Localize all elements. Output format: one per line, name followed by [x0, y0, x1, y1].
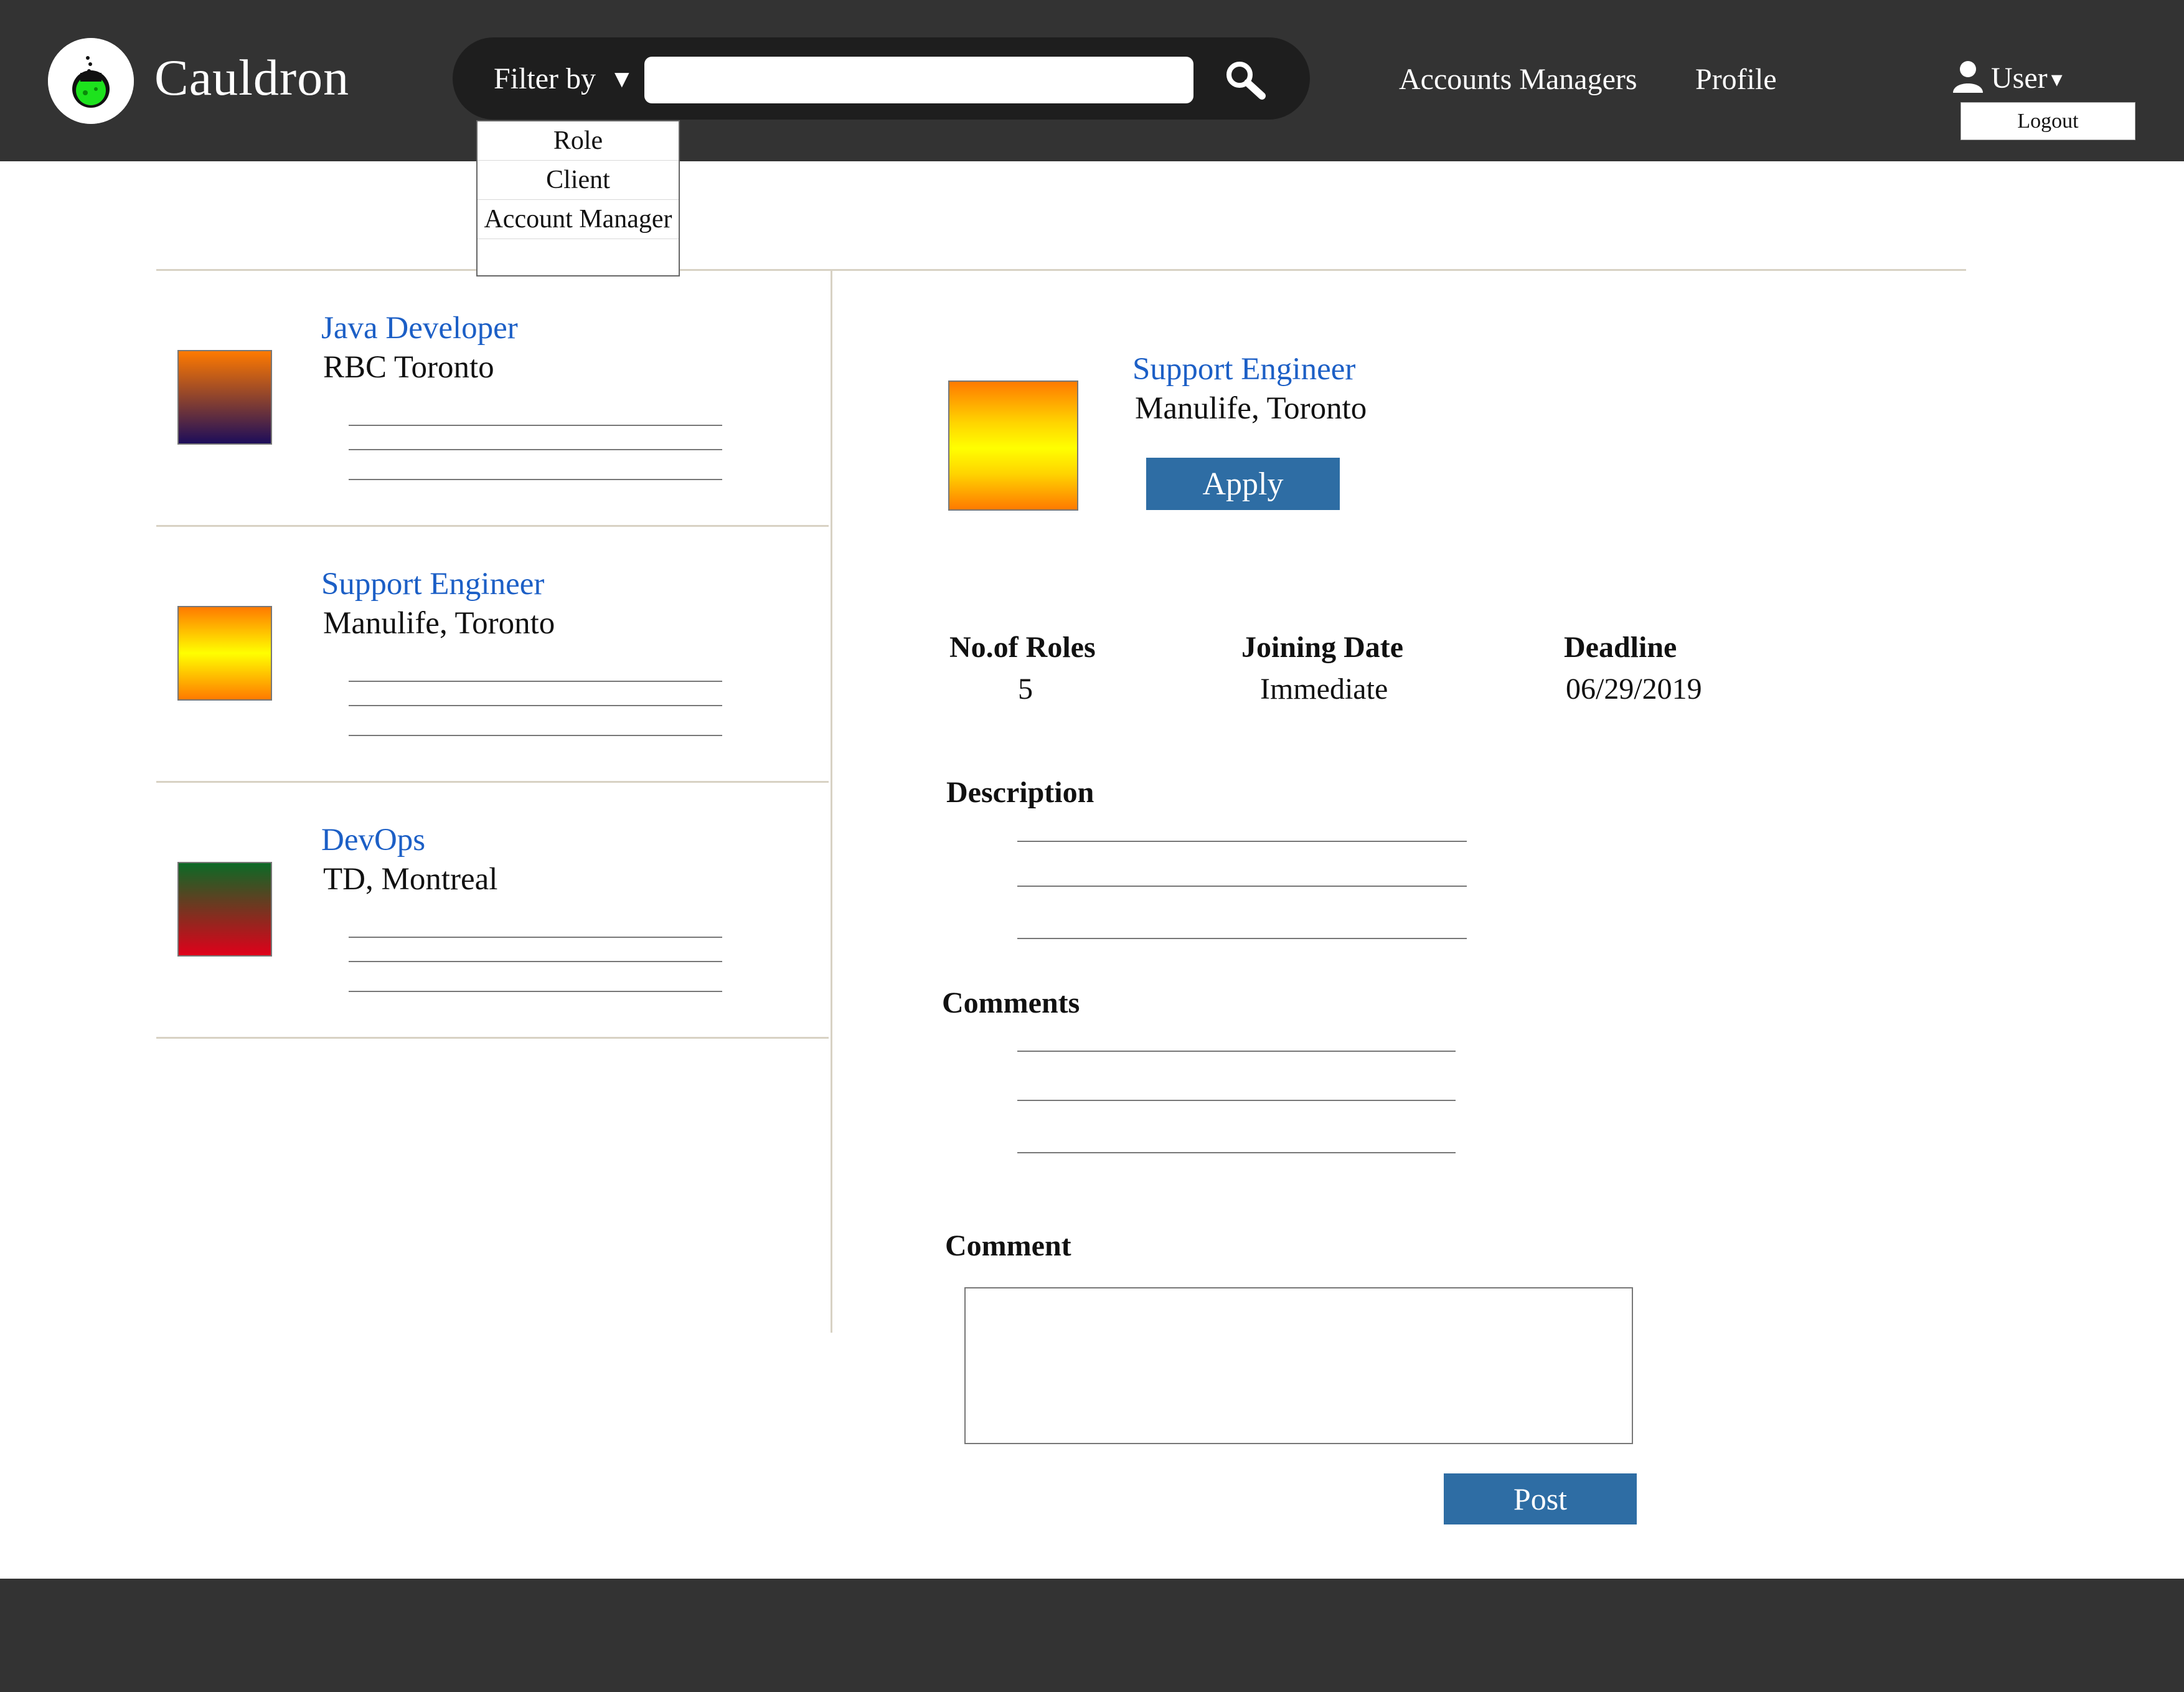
description-line	[1017, 841, 1467, 842]
comment-textarea[interactable]	[964, 1287, 1633, 1444]
job-thumbnail	[177, 350, 272, 445]
job-company: Manulife, Toronto	[323, 606, 555, 641]
comment-heading: Comment	[945, 1229, 1071, 1262]
caret-down-icon: ▾	[2051, 67, 2063, 92]
user-icon	[1951, 59, 1985, 93]
column-divider	[831, 270, 832, 1333]
placeholder-line	[349, 991, 722, 992]
deadline-value: 06/29/2019	[1566, 673, 1702, 706]
placeholder-line	[349, 681, 722, 682]
user-menu[interactable]: User ▾	[1951, 59, 2063, 97]
deadline-label: Deadline	[1564, 631, 1677, 664]
filter-option-client[interactable]: Client	[478, 161, 679, 200]
job-thumbnail	[177, 862, 272, 957]
job-list-item[interactable]: Java Developer RBC Toronto	[156, 270, 829, 524]
detail-thumbnail	[948, 380, 1078, 511]
logout-button[interactable]: Logout	[1960, 102, 2135, 140]
comments-heading: Comments	[942, 986, 1080, 1019]
job-company: RBC Toronto	[323, 350, 494, 385]
placeholder-line	[349, 961, 722, 962]
job-thumbnail	[177, 606, 272, 701]
brand-name[interactable]: Cauldron	[154, 52, 349, 103]
filter-by-label: Filter by	[494, 62, 596, 95]
joining-date-label: Joining Date	[1241, 631, 1404, 664]
filter-dropdown-menu: Role Client Account Manager	[476, 120, 680, 276]
user-label: User	[1991, 62, 2048, 95]
placeholder-line	[349, 705, 722, 706]
roles-label: No.of Roles	[949, 631, 1096, 664]
placeholder-line	[349, 735, 722, 736]
joining-date-value: Immediate	[1260, 673, 1388, 706]
footer	[0, 1579, 2184, 1692]
post-button[interactable]: Post	[1444, 1473, 1637, 1524]
filter-option-empty[interactable]	[478, 239, 679, 278]
comment-line	[1017, 1051, 1456, 1052]
nav-profile[interactable]: Profile	[1695, 62, 1777, 98]
job-title[interactable]: DevOps	[321, 821, 425, 859]
job-list-item[interactable]: Support Engineer Manulife, Toronto	[156, 526, 829, 780]
description-line	[1017, 886, 1467, 887]
job-company: TD, Montreal	[323, 862, 498, 897]
comment-line	[1017, 1100, 1456, 1101]
search-input[interactable]	[644, 57, 1193, 103]
list-row-divider	[156, 1037, 829, 1039]
filter-option-account-manager[interactable]: Account Manager	[478, 200, 679, 239]
caret-down-icon: ▼	[610, 65, 634, 93]
apply-button[interactable]: Apply	[1146, 458, 1340, 510]
job-list-item[interactable]: DevOps TD, Montreal	[156, 782, 829, 1036]
nav-accounts-managers[interactable]: Accounts Managers	[1399, 62, 1637, 98]
detail-company: Manulife, Toronto	[1135, 391, 1367, 426]
description-heading: Description	[946, 776, 1094, 809]
detail-job-title: Support Engineer	[1132, 352, 1356, 387]
cauldron-logo-icon[interactable]	[48, 38, 134, 124]
job-title[interactable]: Support Engineer	[321, 565, 544, 603]
placeholder-line	[349, 425, 722, 426]
filter-by-dropdown[interactable]: Filter by ▼	[494, 61, 634, 97]
placeholder-line	[349, 479, 722, 480]
search-icon[interactable]	[1225, 60, 1268, 101]
filter-option-role[interactable]: Role	[478, 121, 679, 161]
placeholder-line	[349, 937, 722, 938]
placeholder-line	[349, 449, 722, 450]
job-title[interactable]: Java Developer	[321, 310, 518, 347]
roles-value: 5	[1018, 673, 1033, 706]
description-line	[1017, 938, 1467, 939]
comment-line	[1017, 1152, 1456, 1153]
